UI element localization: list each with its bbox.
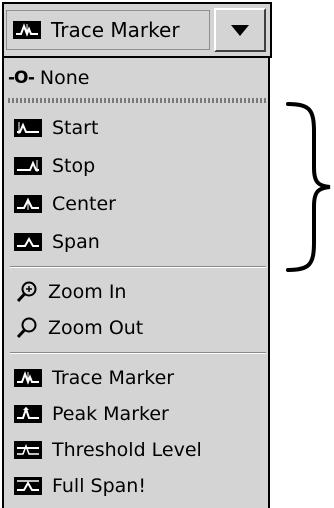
menu-item-label: Full Span! <box>52 475 146 497</box>
zoom-in-icon <box>16 281 37 303</box>
trace-marker-icon <box>14 369 42 387</box>
separator <box>10 266 266 268</box>
threshold-level-icon <box>14 441 42 459</box>
separator <box>8 98 268 103</box>
menu-item-center[interactable]: Center <box>4 186 268 222</box>
trace-marker-dropdown[interactable]: Trace Marker <box>2 2 272 58</box>
none-icon: -O- <box>8 68 35 88</box>
menu-item-label: Threshold Level <box>52 439 202 461</box>
menu-item-label: Span <box>52 231 100 253</box>
center-icon <box>14 195 42 213</box>
menu-item-label: Center <box>52 193 116 215</box>
zoom-out-icon <box>16 317 37 339</box>
menu-item-stop[interactable]: Stop <box>4 148 268 184</box>
dropdown-selected-field[interactable]: Trace Marker <box>6 10 210 50</box>
menu-item-label: Zoom In <box>48 281 127 303</box>
trace-marker-icon <box>13 21 41 39</box>
curly-brace <box>286 102 331 272</box>
dropdown-selected-label: Trace Marker <box>51 18 180 42</box>
menu-item-peak-marker[interactable]: Peak Marker <box>4 396 268 432</box>
menu-item-label: None <box>39 67 90 89</box>
separator <box>10 352 266 354</box>
stop-icon <box>14 157 42 175</box>
menu-item-label: Start <box>52 117 99 139</box>
menu-item-start[interactable]: Start <box>4 110 268 146</box>
menu-item-trace-marker[interactable]: Trace Marker <box>4 360 268 396</box>
menu-item-label: Trace Marker <box>52 367 175 389</box>
span-icon <box>14 233 42 251</box>
dropdown-arrow-button[interactable] <box>214 8 266 52</box>
menu-item-none[interactable]: -O- None <box>4 60 268 96</box>
menu-item-full-span[interactable]: Full Span! <box>4 468 268 504</box>
menu-item-label: Peak Marker <box>52 403 169 425</box>
start-icon <box>14 119 42 137</box>
chevron-down-icon <box>231 24 249 36</box>
menu-item-zoom-in[interactable]: Zoom In <box>4 274 268 310</box>
menu-item-label: Stop <box>52 155 96 177</box>
full-span-icon <box>14 477 42 495</box>
menu-item-span[interactable]: Span <box>4 224 268 260</box>
peak-marker-icon <box>14 405 42 423</box>
menu-item-zoom-out[interactable]: Zoom Out <box>4 310 268 346</box>
menu-item-threshold-level[interactable]: Threshold Level <box>4 432 268 468</box>
menu-item-label: Zoom Out <box>48 317 144 339</box>
dropdown-list: -O- None Start Stop Center Span Zoom In … <box>2 58 270 508</box>
